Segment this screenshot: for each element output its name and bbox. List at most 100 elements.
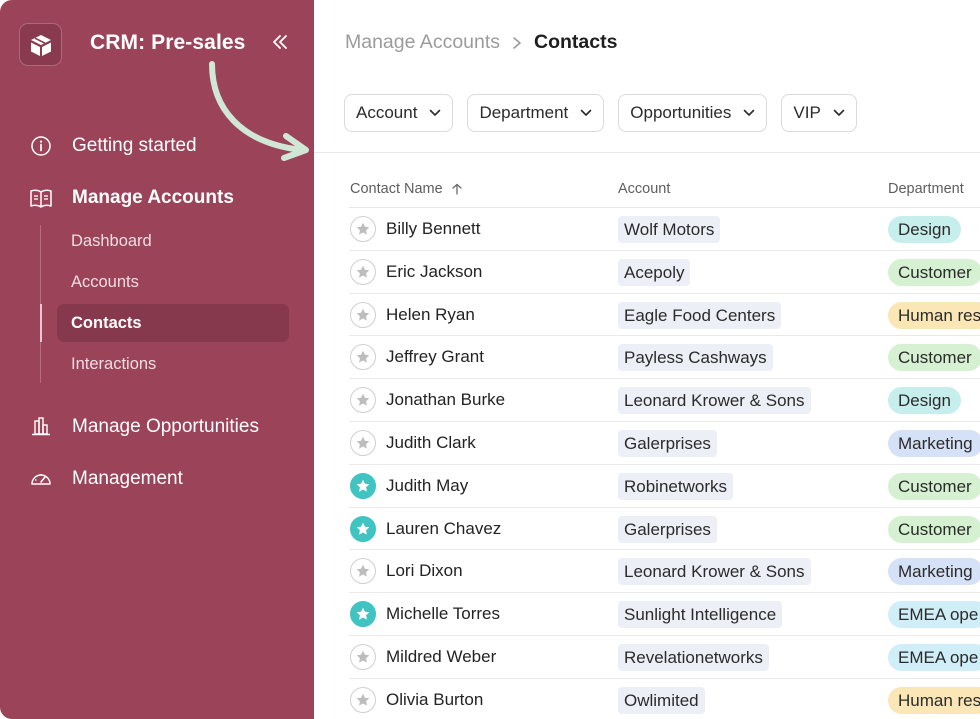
column-header-department[interactable]: Department xyxy=(888,181,964,197)
table-row[interactable]: Billy Bennett Wolf Motors Design xyxy=(349,208,980,251)
star-icon[interactable] xyxy=(350,429,376,456)
nav-manage-opportunities[interactable]: Manage Opportunities xyxy=(28,414,259,440)
account-chip[interactable]: Sunlight Intelligence xyxy=(618,601,783,629)
filter-label: Opportunities xyxy=(630,103,732,122)
table-row[interactable]: Mildred Weber Revelationetworks EMEA ope xyxy=(349,636,980,679)
filter-label: Account xyxy=(356,103,418,122)
department-tag: Marketing xyxy=(888,558,980,586)
account-chip[interactable]: Galerprises xyxy=(618,429,717,457)
column-header-label: Contact Name xyxy=(350,181,443,197)
department-tag: EMEA ope xyxy=(888,643,980,671)
collapse-sidebar-button[interactable] xyxy=(268,30,292,54)
star-icon[interactable] xyxy=(350,515,376,542)
breadcrumb-parent-link[interactable]: Manage Accounts xyxy=(345,31,500,54)
chevron-down-icon xyxy=(743,109,755,117)
nav-label: Manage Opportunities xyxy=(72,416,259,437)
account-chip[interactable]: Wolf Motors xyxy=(618,216,721,243)
page-title: Contacts xyxy=(534,31,618,53)
table-row[interactable]: Lauren Chavez Galerprises Customer xyxy=(349,508,980,551)
chevron-down-icon xyxy=(580,109,592,117)
star-icon[interactable] xyxy=(350,601,376,628)
subnav-contacts[interactable]: Contacts xyxy=(57,304,289,342)
contact-name: Helen Ryan xyxy=(386,304,475,324)
double-chevron-left-icon xyxy=(273,35,287,49)
account-chip[interactable]: Leonard Krower & Sons xyxy=(618,387,811,415)
nav-label: Management xyxy=(72,468,183,489)
subnav-interactions[interactable]: Interactions xyxy=(57,345,289,383)
nav-management[interactable]: Management xyxy=(28,466,183,492)
department-tag: Customer xyxy=(888,344,980,372)
cube-icon xyxy=(30,34,51,56)
table-row[interactable]: Eric Jackson Acepoly Customer xyxy=(349,251,980,294)
department-tag: Design xyxy=(888,216,961,243)
filter-department[interactable]: Department xyxy=(467,94,605,132)
account-chip[interactable]: Payless Cashways xyxy=(618,344,773,372)
filter-vip[interactable]: VIP xyxy=(781,94,857,132)
contacts-table: Contact Name Account Department Billy Be… xyxy=(349,170,980,719)
chevron-down-icon xyxy=(429,109,441,117)
nav-getting-started[interactable]: Getting started xyxy=(28,133,197,159)
star-icon[interactable] xyxy=(350,301,376,328)
app-title: CRM: Pre-sales xyxy=(90,31,246,54)
table-row[interactable]: Jeffrey Grant Payless Cashways Customer xyxy=(349,336,980,380)
star-icon[interactable] xyxy=(350,686,376,713)
department-tag: Human res xyxy=(888,686,980,714)
table-header: Contact Name Account Department xyxy=(349,170,980,208)
account-chip[interactable]: Galerprises xyxy=(618,515,717,543)
department-tag: Marketing xyxy=(888,429,980,457)
column-header-contact-name[interactable]: Contact Name xyxy=(350,181,464,197)
account-chip[interactable]: Eagle Food Centers xyxy=(618,301,782,329)
header-divider xyxy=(314,152,980,153)
chevron-right-icon xyxy=(512,36,522,50)
department-tag: Customer xyxy=(888,472,980,500)
annotation-arrow xyxy=(209,61,309,161)
contact-name: Billy Bennett xyxy=(386,219,481,238)
column-header-account[interactable]: Account xyxy=(618,181,670,197)
main-content: Manage Accounts Contacts Account Departm… xyxy=(314,0,980,719)
account-chip[interactable]: Revelationetworks xyxy=(618,643,769,671)
contact-name: Lauren Chavez xyxy=(386,518,502,538)
star-icon[interactable] xyxy=(350,387,376,414)
filter-account[interactable]: Account xyxy=(344,94,454,132)
app-logo[interactable] xyxy=(19,23,62,66)
star-icon[interactable] xyxy=(350,216,376,242)
department-tag: Customer xyxy=(888,515,980,543)
table-body: Billy Bennett Wolf Motors Design Eric Jacks… xyxy=(349,208,980,719)
table-row[interactable]: Judith Clark Galerprises Marketing xyxy=(349,422,980,465)
nav-manage-accounts[interactable]: Manage Accounts xyxy=(28,185,234,211)
sidebar: CRM: Pre-sales Getting started Manage Ac… xyxy=(0,0,314,719)
star-icon[interactable] xyxy=(350,344,376,371)
nav-label: Manage Accounts xyxy=(72,187,234,208)
filter-opportunities[interactable]: Opportunities xyxy=(618,94,768,132)
table-row[interactable]: Helen Ryan Eagle Food Centers Human res xyxy=(349,294,980,337)
nav-label: Getting started xyxy=(72,135,197,156)
department-tag: Design xyxy=(888,387,961,415)
star-icon[interactable] xyxy=(350,643,376,670)
account-chip[interactable]: Acepoly xyxy=(618,258,691,286)
table-row[interactable]: Jonathan Burke Leonard Krower & Sons Desig… xyxy=(349,379,980,422)
star-icon[interactable] xyxy=(350,472,376,499)
subnav-accounts[interactable]: Accounts xyxy=(57,263,289,301)
contact-name: Michelle Torres xyxy=(386,604,501,624)
star-icon[interactable] xyxy=(350,558,376,585)
account-chip[interactable]: Owlimited xyxy=(618,686,705,714)
star-icon[interactable] xyxy=(350,258,376,285)
table-row[interactable]: Michelle Torres Sunlight Intelligence EMEA… xyxy=(349,593,980,636)
account-chip[interactable]: Robinetworks xyxy=(618,472,733,500)
contact-name: Judith May xyxy=(386,475,469,495)
contact-name: Mildred Weber xyxy=(386,646,497,666)
bar-chart-icon xyxy=(28,414,54,440)
contact-name: Judith Clark xyxy=(386,432,476,452)
contact-name: Jeffrey Grant xyxy=(386,347,484,367)
table-row[interactable]: Judith May Robinetworks Customer xyxy=(349,465,980,508)
department-tag: EMEA ope xyxy=(888,601,980,629)
sort-ascending-icon xyxy=(452,183,462,195)
table-row[interactable]: Olivia Burton Owlimited Human res xyxy=(349,679,980,719)
book-icon xyxy=(28,185,54,211)
gauge-icon xyxy=(28,466,54,492)
contact-name: Jonathan Burke xyxy=(386,390,506,410)
subnav-dashboard[interactable]: Dashboard xyxy=(57,222,289,260)
table-row[interactable]: Lori Dixon Leonard Krower & Sons Marketing xyxy=(349,550,980,594)
chevron-down-icon xyxy=(833,109,845,117)
account-chip[interactable]: Leonard Krower & Sons xyxy=(618,558,811,586)
